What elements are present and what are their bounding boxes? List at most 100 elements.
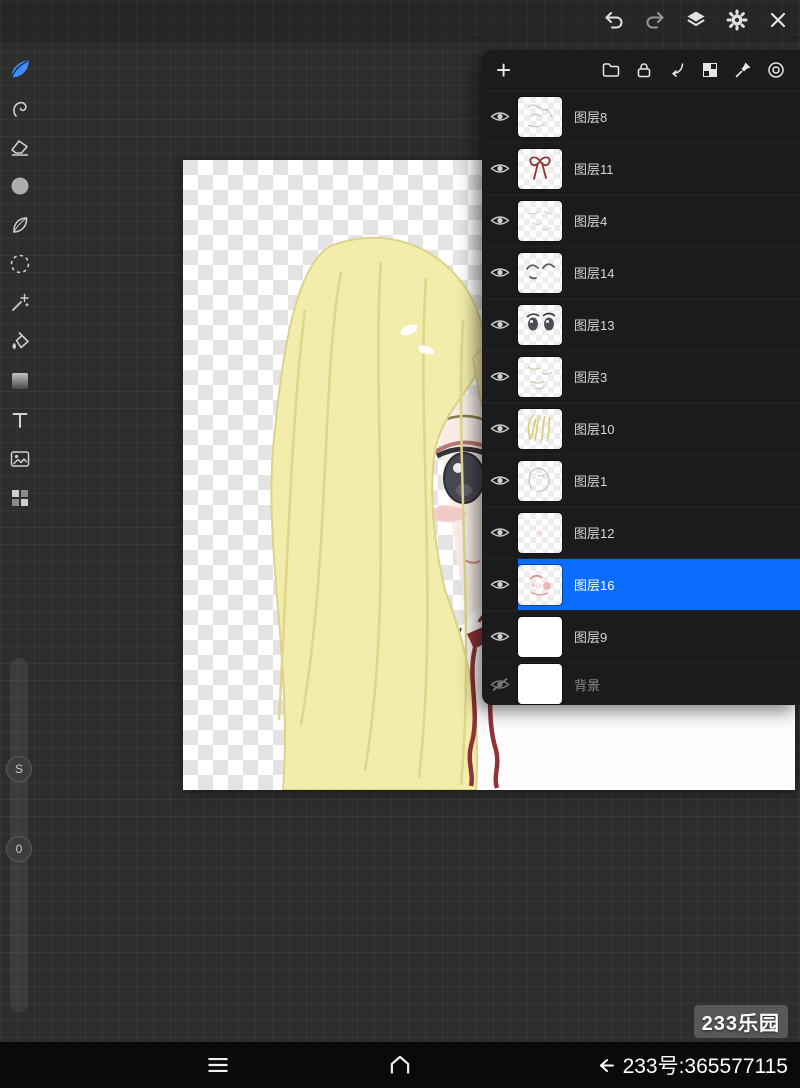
layer-thumbnail[interactable] bbox=[518, 305, 562, 345]
eye-icon bbox=[490, 109, 510, 124]
layer-visibility-toggle[interactable] bbox=[482, 351, 518, 402]
layer-thumbnail[interactable] bbox=[518, 201, 562, 241]
menu-icon bbox=[205, 1052, 231, 1078]
layer-row[interactable]: 图层14 bbox=[482, 246, 800, 298]
spiral-button[interactable] bbox=[766, 60, 786, 80]
layer-visibility-toggle[interactable] bbox=[482, 247, 518, 298]
layers-icon bbox=[684, 8, 708, 32]
canvas-layout-tool-button[interactable] bbox=[7, 485, 33, 511]
layer-row[interactable]: 图层8 bbox=[482, 90, 800, 142]
brush-size-slider[interactable]: S 0 bbox=[10, 658, 28, 1012]
watermark-badge: 233乐园 bbox=[694, 1005, 788, 1038]
eye-icon bbox=[490, 525, 510, 540]
leaf-brush-tool-button[interactable] bbox=[7, 212, 33, 238]
layers-panel-header: + bbox=[482, 50, 800, 90]
image-icon bbox=[8, 447, 32, 471]
layer-visibility-toggle[interactable] bbox=[482, 91, 518, 142]
home-button[interactable] bbox=[387, 1052, 413, 1083]
home-icon bbox=[387, 1052, 413, 1078]
layer-name: 图层8 bbox=[574, 107, 607, 126]
layer-visibility-toggle[interactable] bbox=[482, 195, 518, 246]
background-layer-row[interactable]: 背景 bbox=[482, 662, 800, 705]
layer-thumbnail[interactable] bbox=[518, 461, 562, 501]
layer-thumbnail[interactable] bbox=[518, 513, 562, 553]
account-id-text: 233号:365577115 bbox=[623, 1050, 788, 1080]
layer-visibility-toggle[interactable] bbox=[482, 143, 518, 194]
menu-button[interactable] bbox=[205, 1052, 231, 1083]
layer-row[interactable]: 图层10 bbox=[482, 402, 800, 454]
eye-icon bbox=[490, 265, 510, 280]
checkerboard-icon bbox=[700, 60, 720, 80]
layer-visibility-toggle[interactable] bbox=[482, 403, 518, 454]
layer-row[interactable]: 图层12 bbox=[482, 506, 800, 558]
close-icon bbox=[766, 8, 790, 32]
settings-button[interactable] bbox=[725, 8, 749, 32]
folder-button[interactable] bbox=[601, 60, 621, 80]
smudge-tool-button[interactable] bbox=[7, 95, 33, 121]
layer-row[interactable]: 图层13 bbox=[482, 298, 800, 350]
layer-visibility-toggle[interactable] bbox=[482, 299, 518, 350]
layer-row-selected[interactable]: 图层16 bbox=[482, 558, 800, 610]
layer-row[interactable]: 图层3 bbox=[482, 350, 800, 402]
layer-thumbnail[interactable] bbox=[518, 565, 562, 605]
layer-thumbnail[interactable] bbox=[518, 97, 562, 137]
layer-row[interactable]: 图层4 bbox=[482, 194, 800, 246]
layers-button[interactable] bbox=[684, 8, 708, 32]
layer-visibility-toggle[interactable] bbox=[482, 663, 518, 705]
back-arrow-icon bbox=[597, 1056, 617, 1075]
adjustments-tool-button[interactable] bbox=[7, 290, 33, 316]
selection-dashed-circle-icon bbox=[8, 252, 32, 276]
paint-brush-icon bbox=[7, 56, 33, 82]
color-circle-tool-button[interactable] bbox=[7, 173, 33, 199]
selection-tool-button[interactable] bbox=[7, 251, 33, 277]
eye-icon bbox=[490, 317, 510, 332]
paint-brush-tool-button[interactable] bbox=[7, 56, 33, 82]
slider-o-button[interactable]: 0 bbox=[6, 836, 32, 862]
close-button[interactable] bbox=[766, 8, 790, 32]
tool-sidebar bbox=[0, 56, 40, 511]
layer-thumbnail[interactable] bbox=[518, 253, 562, 293]
layer-thumbnail[interactable] bbox=[518, 409, 562, 449]
redo-button[interactable] bbox=[643, 8, 667, 32]
layer-visibility-toggle[interactable] bbox=[482, 455, 518, 506]
eye-icon bbox=[490, 629, 510, 644]
layer-row[interactable]: 图层9 bbox=[482, 610, 800, 662]
eye-icon bbox=[490, 473, 510, 488]
leaf-icon bbox=[8, 213, 32, 237]
layer-name: 图层10 bbox=[574, 419, 614, 438]
layer-row[interactable]: 图层1 bbox=[482, 454, 800, 506]
layer-thumbnail[interactable] bbox=[518, 664, 562, 704]
layer-name: 图层13 bbox=[574, 315, 614, 334]
eraser-tool-button[interactable] bbox=[7, 134, 33, 160]
gradient-tool-button[interactable] bbox=[7, 368, 33, 394]
import-button[interactable] bbox=[667, 60, 687, 80]
layer-row[interactable]: 图层11 bbox=[482, 142, 800, 194]
checkerboard-button[interactable] bbox=[700, 60, 720, 80]
layout-squares-icon bbox=[8, 486, 32, 510]
layer-name: 图层3 bbox=[574, 367, 607, 386]
pin-icon bbox=[733, 60, 753, 80]
eye-icon bbox=[490, 161, 510, 176]
slider-s-button[interactable]: S bbox=[6, 756, 32, 782]
gear-icon bbox=[725, 8, 749, 32]
add-layer-button[interactable]: + bbox=[496, 57, 511, 83]
layer-thumbnail[interactable] bbox=[518, 357, 562, 397]
layer-visibility-toggle[interactable] bbox=[482, 507, 518, 558]
eraser-icon bbox=[8, 135, 32, 159]
undo-button[interactable] bbox=[602, 8, 626, 32]
image-tool-button[interactable] bbox=[7, 446, 33, 472]
text-tool-button[interactable] bbox=[7, 407, 33, 433]
paint-bucket-icon bbox=[8, 330, 32, 354]
eye-off-icon bbox=[490, 677, 510, 692]
lock-button[interactable] bbox=[634, 60, 654, 80]
layer-visibility-toggle[interactable] bbox=[482, 559, 518, 610]
layer-name: 图层1 bbox=[574, 471, 607, 490]
layer-thumbnail[interactable] bbox=[518, 617, 562, 657]
fill-bucket-tool-button[interactable] bbox=[7, 329, 33, 355]
layer-name: 图层12 bbox=[574, 523, 614, 542]
eye-icon bbox=[490, 421, 510, 436]
top-toolbar bbox=[602, 8, 790, 32]
layer-visibility-toggle[interactable] bbox=[482, 611, 518, 662]
layer-thumbnail[interactable] bbox=[518, 149, 562, 189]
pin-button[interactable] bbox=[733, 60, 753, 80]
